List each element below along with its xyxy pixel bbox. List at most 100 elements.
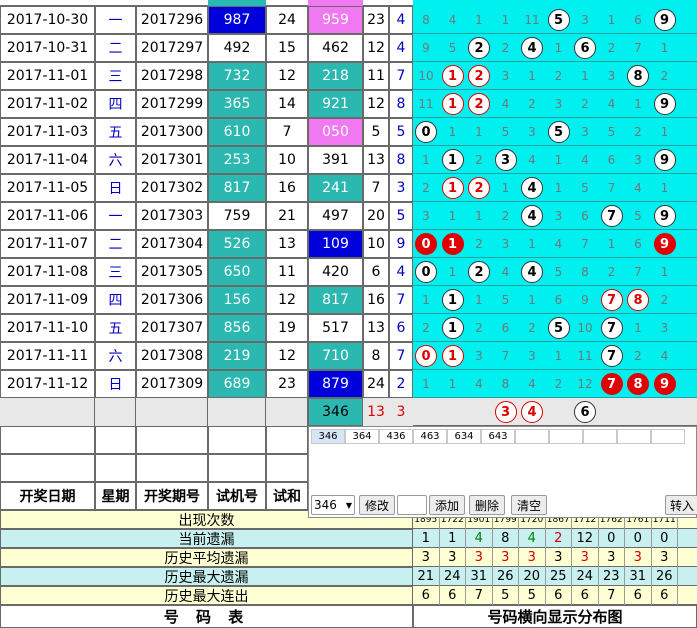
stat-value: 5 bbox=[493, 586, 519, 605]
omission-number: 3 bbox=[607, 69, 616, 83]
omission-number: 4 bbox=[660, 349, 669, 363]
omission-number: 4 bbox=[581, 153, 589, 167]
digit-ball: 1 bbox=[441, 345, 464, 367]
stat-value: 21 bbox=[413, 567, 440, 586]
omission-number: 12 bbox=[577, 377, 593, 391]
combination-tab[interactable]: 463 bbox=[413, 429, 447, 444]
trial-number-cell: 156 bbox=[208, 286, 266, 314]
digit-ball: 1 bbox=[441, 93, 464, 115]
omission-number: 10 bbox=[418, 69, 434, 83]
transfer-button[interactable]: 转入 bbox=[665, 495, 697, 515]
draw-number-cell: 959 bbox=[308, 6, 363, 34]
omission-number: 4 bbox=[528, 153, 536, 167]
stat-value: 31 bbox=[625, 567, 652, 586]
omission-number: 2 bbox=[607, 265, 616, 279]
tail-cell: 4 bbox=[389, 258, 413, 286]
stat-value: 3 bbox=[466, 548, 493, 567]
omission-number: 11 bbox=[524, 13, 540, 27]
stat-value: 23 bbox=[599, 567, 625, 586]
omission-number: 2 bbox=[554, 377, 563, 391]
omission-number: 7 bbox=[634, 265, 642, 279]
empty-tab-slot bbox=[583, 429, 617, 444]
tail-cell: 9 bbox=[389, 230, 413, 258]
digit-ball: 9 bbox=[653, 149, 676, 171]
period-cell: 2017308 bbox=[136, 342, 208, 370]
combination-tab[interactable]: 436 bbox=[379, 429, 413, 444]
combination-tab[interactable]: 643 bbox=[481, 429, 515, 444]
trial-sum-cell: 12 bbox=[266, 286, 308, 314]
omission-number: 1 bbox=[554, 41, 563, 55]
combo-select[interactable]: 346 ▼ bbox=[311, 495, 355, 515]
trial-sum-cell: 14 bbox=[266, 90, 308, 118]
digit-ball: 9 bbox=[653, 205, 676, 227]
omission-number: 5 bbox=[581, 181, 589, 195]
omission-number: 10 bbox=[577, 321, 593, 335]
omission-number: 4 bbox=[501, 265, 510, 279]
omission-number: 1 bbox=[528, 293, 536, 307]
weekday-cell: 二 bbox=[95, 230, 136, 258]
trial-number-cell: 817 bbox=[208, 174, 266, 202]
weekday-cell: 三 bbox=[95, 62, 136, 90]
omission-number: 3 bbox=[501, 69, 510, 83]
omission-number: 2 bbox=[581, 97, 589, 111]
combination-tab[interactable]: 346 bbox=[311, 429, 345, 444]
omission-number: 5 bbox=[501, 125, 510, 139]
tail-cell: 7 bbox=[389, 342, 413, 370]
stat-value: 3 bbox=[652, 548, 678, 567]
prediction-ball: 3 bbox=[494, 401, 517, 423]
stat-label: 历史平均遗漏 bbox=[0, 548, 413, 567]
combination-tab[interactable]: 634 bbox=[447, 429, 481, 444]
digit-ball: 5 bbox=[547, 121, 570, 143]
clear-button[interactable]: 清空 bbox=[511, 495, 547, 515]
period-cell: 2017309 bbox=[136, 370, 208, 398]
omission-number: 3 bbox=[554, 209, 563, 223]
digit-ball: 7 bbox=[600, 317, 623, 339]
omission-number: 6 bbox=[554, 293, 563, 307]
omission-number: 1 bbox=[528, 237, 536, 251]
tail-cell: 4 bbox=[389, 34, 413, 62]
omission-number: 1 bbox=[475, 13, 483, 27]
omission-number: 2 bbox=[501, 41, 510, 55]
sum-cell: 6 bbox=[363, 258, 389, 286]
trial-number-cell: 253 bbox=[208, 146, 266, 174]
add-button[interactable]: 添加 bbox=[429, 495, 465, 515]
digit-ball: 4 bbox=[521, 37, 543, 59]
period-cell: 2017301 bbox=[136, 146, 208, 174]
sum-cell: 23 bbox=[363, 6, 389, 34]
sum-cell: 12 bbox=[363, 34, 389, 62]
combination-tab[interactable]: 364 bbox=[345, 429, 379, 444]
tail-cell: 7 bbox=[389, 286, 413, 314]
trial-sum-cell: 21 bbox=[266, 202, 308, 230]
stat-value: 0 bbox=[625, 529, 652, 548]
stat-value: 6 bbox=[572, 586, 599, 605]
number-input[interactable] bbox=[397, 495, 427, 515]
omission-number: 3 bbox=[528, 349, 536, 363]
digit-ball: 2 bbox=[468, 93, 490, 115]
stat-value: 6 bbox=[652, 586, 678, 605]
trial-sum-cell: 24 bbox=[266, 6, 308, 34]
header-period: 开奖期号 bbox=[136, 482, 208, 510]
omission-number: 11 bbox=[418, 97, 434, 111]
digit-ball: 1 bbox=[441, 317, 464, 339]
omission-number: 2 bbox=[634, 349, 642, 363]
omission-number: 1 bbox=[422, 293, 430, 307]
combination-panel[interactable]: 346 364 436 463 634 643 346 ▼ 修改 添加 删除 清空 转入 bbox=[308, 426, 697, 518]
delete-button[interactable]: 删除 bbox=[469, 495, 505, 515]
omission-number: 8 bbox=[581, 265, 589, 279]
trial-number-cell: 526 bbox=[208, 230, 266, 258]
omission-number: 4 bbox=[501, 97, 510, 111]
digit-ball: 8 bbox=[627, 65, 649, 87]
sum-cell: 8 bbox=[363, 342, 389, 370]
omission-number: 3 bbox=[634, 153, 642, 167]
weekday-cell: 六 bbox=[95, 146, 136, 174]
modify-button[interactable]: 修改 bbox=[359, 495, 395, 515]
omission-number: 3 bbox=[581, 13, 589, 27]
omission-number: 3 bbox=[422, 209, 430, 223]
stat-value: 6 bbox=[413, 586, 440, 605]
blank-cell bbox=[136, 426, 208, 454]
prediction-blank-cell bbox=[95, 398, 136, 426]
stat-label: 历史最大遗漏 bbox=[0, 567, 413, 586]
blank-cell bbox=[266, 426, 308, 454]
prediction-ball: 4 bbox=[521, 401, 543, 423]
prediction-blank-cell bbox=[0, 398, 95, 426]
